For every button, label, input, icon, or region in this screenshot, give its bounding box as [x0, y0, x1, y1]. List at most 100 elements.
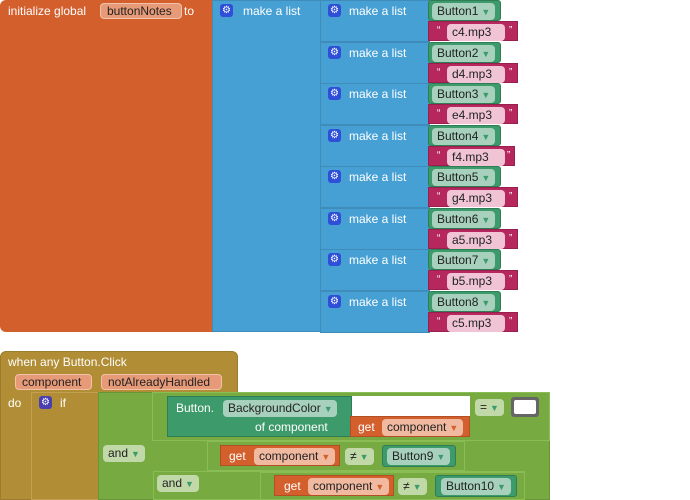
inner-make-a-list-block[interactable]: ⚙ make a list [320, 0, 430, 42]
outer-make-a-list-block[interactable]: ⚙ make a list [212, 0, 322, 332]
chevron-down-icon: ▼ [481, 173, 491, 183]
text-string-block[interactable]: “ c4.mp3 ” [428, 21, 518, 41]
note-text-field[interactable]: f4.mp3 [447, 149, 505, 166]
button-dropdown[interactable]: Button2 ▼ [432, 45, 496, 62]
gear-icon[interactable]: ⚙ [328, 295, 341, 308]
inner-make-a-list-block[interactable]: ⚙ make a list [320, 208, 430, 250]
button-name: Button1 [437, 4, 479, 18]
button-component-block[interactable]: Button1 ▼ [428, 0, 501, 21]
chevron-down-icon: ▼ [481, 132, 491, 142]
button-component-block[interactable]: Button2 ▼ [428, 42, 501, 63]
gear-icon[interactable]: ⚙ [328, 46, 341, 59]
button-name: Button6 [437, 212, 479, 226]
eq-op: = [480, 400, 488, 414]
neq-dropdown[interactable]: ≠ ▼ [345, 448, 374, 465]
button-component-block[interactable]: Button7 ▼ [428, 249, 501, 270]
chevron-down-icon: ▼ [481, 49, 491, 59]
gear-icon[interactable]: ⚙ [328, 129, 341, 142]
gear-icon[interactable]: ⚙ [328, 170, 341, 183]
button-component-block[interactable]: Button4 ▼ [428, 125, 501, 146]
button-name: Button2 [437, 46, 479, 60]
button-component-block[interactable]: Button6 ▼ [428, 208, 501, 229]
gear-icon[interactable]: ⚙ [328, 87, 341, 100]
button-dropdown[interactable]: Button7 ▼ [432, 252, 496, 269]
if-label: if [60, 396, 66, 410]
get-component-block[interactable]: get component ▼ [350, 416, 470, 437]
button-component-block[interactable]: Button5 ▼ [428, 166, 501, 187]
inner-make-a-list-block[interactable]: ⚙ make a list [320, 166, 430, 208]
text-string-block[interactable]: “ e4.mp3 ” [428, 104, 518, 124]
button-dropdown[interactable]: Button1 ▼ [432, 3, 496, 20]
button-component-block[interactable]: Button3 ▼ [428, 83, 501, 104]
note-text-field[interactable]: g4.mp3 [447, 190, 505, 207]
button-dropdown[interactable]: Button5 ▼ [432, 169, 496, 186]
note-text-field[interactable]: c4.mp3 [447, 24, 505, 41]
gear-icon[interactable]: ⚙ [328, 212, 341, 225]
gear-icon[interactable]: ⚙ [328, 253, 341, 266]
and-dropdown[interactable]: and ▼ [157, 475, 199, 492]
button-dropdown[interactable]: Button4 ▼ [432, 128, 496, 145]
param-component[interactable]: component [15, 374, 92, 390]
param-not-already-handled[interactable]: notAlreadyHandled [101, 374, 222, 390]
inner-make-a-list-block[interactable]: ⚙ make a list [320, 291, 430, 333]
text-string-block[interactable]: “ d4.mp3 ” [428, 63, 518, 83]
button-dropdown[interactable]: Button3 ▼ [432, 86, 496, 103]
button10-label: Button10 [446, 479, 495, 493]
note-text-field[interactable]: e4.mp3 [447, 107, 505, 124]
inner-list-label: make a list [349, 4, 407, 18]
button9-dropdown[interactable]: Button9 ▼ [387, 448, 451, 465]
neq-op: ≠ [403, 479, 410, 493]
component-property-getter[interactable]: Button. BackgroundColor ▼ of component [167, 396, 352, 437]
neq-dropdown[interactable]: ≠ ▼ [398, 478, 427, 495]
chevron-down-icon: ▼ [375, 482, 385, 492]
gear-icon[interactable]: ⚙ [220, 4, 233, 17]
inner-make-a-list-block[interactable]: ⚙ make a list [320, 249, 430, 291]
property-dropdown[interactable]: BackgroundColor ▼ [223, 400, 337, 417]
note-text-field[interactable]: c5.mp3 [447, 315, 505, 332]
get-var-dropdown[interactable]: component ▼ [308, 478, 390, 495]
if-block[interactable]: ⚙ if [31, 392, 101, 500]
note-text-field[interactable]: a5.mp3 [447, 232, 505, 249]
button10-dropdown[interactable]: Button10 ▼ [441, 478, 511, 495]
text-string-block[interactable]: “ f4.mp3 ” [428, 146, 515, 166]
button-dropdown[interactable]: Button8 ▼ [432, 294, 496, 311]
and-dropdown[interactable]: and ▼ [103, 445, 145, 462]
close-quote: ” [509, 108, 513, 119]
to-label: to [184, 4, 195, 18]
neq-op: ≠ [350, 449, 357, 463]
inner-make-a-list-block[interactable]: ⚙ make a list [320, 125, 430, 167]
gear-icon[interactable]: ⚙ [39, 396, 52, 409]
text-string-block[interactable]: “ a5.mp3 ” [428, 229, 518, 249]
close-quote: ” [507, 150, 511, 161]
get-var-label: component [259, 449, 319, 463]
button-name: Button4 [437, 129, 479, 143]
open-quote: “ [437, 316, 441, 327]
get-var-dropdown[interactable]: component ▼ [382, 419, 464, 436]
text-string-block[interactable]: “ g4.mp3 ” [428, 187, 518, 207]
open-quote: “ [437, 150, 441, 161]
note-text-field[interactable]: b5.mp3 [447, 273, 505, 290]
initialize-global-block[interactable]: initialize global buttonNotes to [0, 0, 212, 332]
inner-make-a-list-block[interactable]: ⚙ make a list [320, 42, 430, 84]
chevron-down-icon: ▼ [323, 404, 333, 414]
button-name: Button5 [437, 170, 479, 184]
button-component-block[interactable]: Button8 ▼ [428, 291, 501, 312]
gear-icon[interactable]: ⚙ [328, 4, 341, 17]
color-block[interactable] [511, 397, 539, 417]
outer-list-label: make a list [243, 4, 301, 18]
get-var-label: component [313, 479, 373, 493]
variable-name-field[interactable]: buttonNotes [100, 3, 182, 19]
inner-list-label: make a list [349, 212, 407, 226]
button10-component-block[interactable]: Button10 ▼ [435, 475, 517, 497]
button9-component-block[interactable]: Button9 ▼ [382, 445, 456, 467]
text-string-block[interactable]: “ c5.mp3 ” [428, 312, 518, 332]
do-label: do [8, 396, 22, 410]
get-component-block[interactable]: get component ▼ [220, 445, 340, 466]
button-dropdown[interactable]: Button6 ▼ [432, 211, 496, 228]
get-component-block[interactable]: get component ▼ [274, 475, 394, 496]
inner-make-a-list-block[interactable]: ⚙ make a list [320, 83, 430, 125]
get-var-dropdown[interactable]: component ▼ [254, 448, 336, 465]
text-string-block[interactable]: “ b5.mp3 ” [428, 270, 518, 290]
eq-dropdown[interactable]: = ▼ [475, 399, 504, 416]
note-text-field[interactable]: d4.mp3 [447, 66, 505, 83]
